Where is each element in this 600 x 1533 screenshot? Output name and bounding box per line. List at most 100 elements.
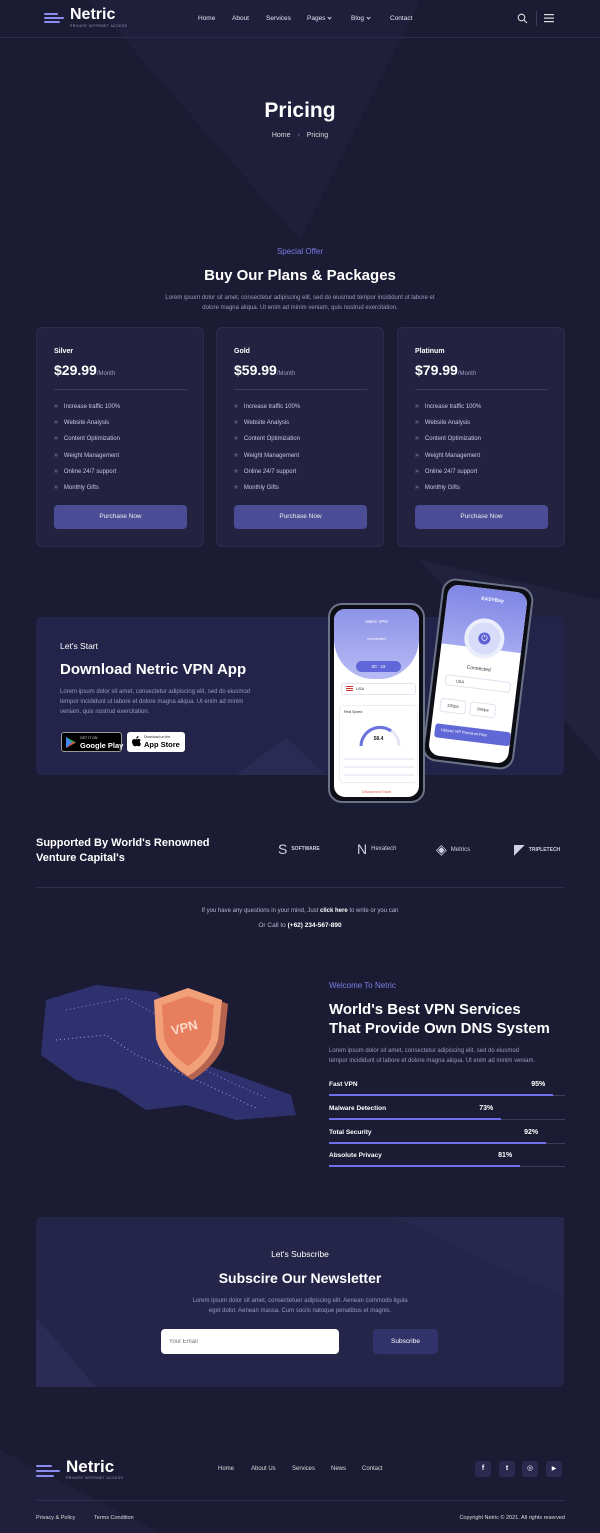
- phone-front-screen: Netric VPN connected 00 : 43 USA Real Sp…: [334, 609, 419, 797]
- plan-feature: Website Analysis: [415, 419, 481, 435]
- about-desc-line2: tempor incididunt ut labore et dolore ma…: [329, 1058, 536, 1064]
- email-input[interactable]: [161, 1329, 339, 1354]
- about-desc-line1: Lorem ipsum dolor sit amet, consectetur …: [329, 1048, 520, 1054]
- plan-name: Silver: [54, 348, 74, 355]
- speed-label: Real Speed: [344, 710, 363, 714]
- click-here-link[interactable]: click here: [320, 908, 348, 914]
- terms-condition-link[interactable]: Terms Condition: [94, 1515, 134, 1521]
- plan-feature: Content Optimization: [234, 435, 300, 451]
- facebook-icon[interactable]: f: [475, 1461, 491, 1477]
- contact-prompt: If you have any questions in your mind, …: [0, 908, 600, 914]
- skill-total-security: Total Security 92%: [329, 1129, 565, 1144]
- partners-title: Supported By World's Renowned Venture Ca…: [36, 836, 210, 866]
- skill-label: Absolute Privacy: [329, 1152, 382, 1159]
- newsletter-section: Let's Subscribe Subscire Our Newsletter …: [36, 1217, 564, 1387]
- app-desc-line1: Lorem ipsum dolor sit amet, consectetur …: [60, 689, 251, 695]
- skill-fill: [329, 1118, 502, 1120]
- breadcrumb-home[interactable]: Home: [272, 132, 291, 139]
- footer-link-home[interactable]: Home: [218, 1466, 234, 1472]
- nav-pages-label: Pages: [307, 15, 326, 22]
- footer-link-news[interactable]: News: [331, 1466, 346, 1472]
- footer-divider: [36, 1500, 564, 1501]
- footer-link-about[interactable]: About Us: [251, 1466, 276, 1472]
- menu-icon[interactable]: [544, 14, 554, 23]
- app-description: Lorem ipsum dolor sit amet, consectetur …: [60, 687, 250, 717]
- skill-malware-detection: Malware Detection 73%: [329, 1105, 565, 1120]
- pricing-desc-line1: Lorem ipsum dolor sit amet, consectetur …: [165, 295, 435, 301]
- app-title: Download Netric VPN App: [60, 661, 247, 678]
- plan-features: Increase traffic 100% Website Analysis C…: [415, 403, 481, 500]
- footer-link-contact[interactable]: Contact: [362, 1466, 383, 1472]
- plan-feature: Online 24/7 support: [54, 468, 120, 484]
- phone-mockup-front: Netric VPN connected 00 : 43 USA Real Sp…: [328, 603, 425, 803]
- copyright-text: Copyright Netric © 2021. All rights rese…: [459, 1515, 565, 1521]
- us-flag-icon: [346, 686, 353, 692]
- footer-logo[interactable]: Netric private internet access: [36, 1457, 123, 1480]
- plan-price-value: $59.99: [234, 362, 277, 378]
- partner-name: Hexatech: [371, 846, 397, 852]
- phone-back-banner: Upload VIP Premium Plan: [433, 723, 512, 747]
- plan-divider: [54, 389, 187, 390]
- nav-contact[interactable]: Contact: [390, 15, 412, 22]
- footer-link-services[interactable]: Services: [292, 1466, 315, 1472]
- nav-blog[interactable]: Blog: [351, 15, 371, 22]
- skill-fast-vpn: Fast VPN 95%: [329, 1081, 565, 1096]
- brand-tagline: private internet access: [70, 24, 128, 28]
- skill-label: Malware Detection: [329, 1105, 387, 1112]
- footer-brand-name: Netric: [66, 1457, 115, 1476]
- tripletech-logo-icon: ◤: [514, 841, 525, 857]
- breadcrumb: Home › Pricing: [0, 132, 600, 139]
- pricing-tag: Special Offer: [276, 247, 324, 256]
- subscribe-button[interactable]: Subscribe: [373, 1329, 438, 1354]
- pricing-description: Lorem ipsum dolor sit amet, consectetur …: [0, 293, 600, 313]
- chevron-down-icon: [327, 15, 333, 20]
- plan-feature: Increase traffic 100%: [234, 403, 300, 419]
- nav-about[interactable]: About: [232, 15, 249, 22]
- partners-title-line2: Venture Capital's: [36, 852, 125, 864]
- nav-home[interactable]: Home: [198, 15, 215, 22]
- newsletter-desc-line2: eget dolor. Aenean massa. Cum sociis nat…: [208, 1308, 392, 1314]
- about-description: Lorem ipsum dolor sit amet, consectetur …: [329, 1046, 535, 1066]
- plan-feature: Weight Management: [415, 452, 481, 468]
- privacy-policy-link[interactable]: Privacy & Policy: [36, 1515, 75, 1521]
- search-icon[interactable]: [517, 13, 528, 24]
- partner-name: TRIPLETECH: [528, 846, 561, 853]
- nav-services[interactable]: Services: [266, 15, 291, 22]
- phone-back-stat1: 1Gbps: [439, 697, 467, 715]
- plan-period: /Month: [276, 371, 296, 377]
- twitter-icon[interactable]: t: [499, 1461, 515, 1477]
- nav-pages[interactable]: Pages: [307, 15, 333, 22]
- phone-front-speed-card: Real Speed 58.4: [339, 705, 418, 783]
- instagram-icon[interactable]: ◎: [522, 1461, 538, 1477]
- plan-period: /Month: [457, 371, 477, 377]
- plan-card-silver: Silver $29.99/Month Increase traffic 100…: [36, 327, 204, 547]
- google-play-label: Google Play: [80, 741, 124, 750]
- about-title: World's Best VPN Services That Provide O…: [329, 1000, 550, 1038]
- plan-feature: Content Optimization: [54, 435, 120, 451]
- phone-front-country: USA: [341, 683, 416, 695]
- partner-name: Metrics: [450, 846, 471, 853]
- plan-feature: Content Optimization: [415, 435, 481, 451]
- header-divider: [536, 11, 537, 26]
- skill-percent: 95%: [531, 1081, 546, 1088]
- brand-logo[interactable]: Netric private internet access: [44, 7, 128, 28]
- purchase-now-button[interactable]: Purchase Now: [415, 505, 548, 529]
- phone-front-timer: 00 : 43: [356, 661, 401, 672]
- chevron-down-icon: [366, 15, 371, 20]
- plan-card-gold: Gold $59.99/Month Increase traffic 100% …: [216, 327, 384, 547]
- partner-logo-metrics: ◈ Metrics: [436, 841, 470, 858]
- app-store-label: App Store: [144, 740, 180, 749]
- call-text: Or Call to: [258, 922, 288, 929]
- phone-number-link[interactable]: (+62) 234-567-890: [288, 922, 342, 929]
- skill-absolute-privacy: Absolute Privacy 81%: [329, 1152, 565, 1167]
- app-store-button[interactable]: Download on the App Store: [127, 732, 185, 752]
- purchase-now-button[interactable]: Purchase Now: [234, 505, 367, 529]
- partners-divider: [36, 887, 564, 888]
- phone-front-header: Netric VPN: [365, 619, 388, 624]
- newsletter-desc-line1: Lorem ipsum dolor sit amet, consectetuer…: [192, 1298, 408, 1304]
- breadcrumb-current: Pricing: [306, 132, 329, 139]
- partner-logo-software: S SOFTWARE: [278, 841, 320, 857]
- youtube-icon[interactable]: ▶: [546, 1461, 562, 1477]
- google-play-button[interactable]: GET IT ON Google Play: [61, 732, 124, 752]
- purchase-now-button[interactable]: Purchase Now: [54, 505, 187, 529]
